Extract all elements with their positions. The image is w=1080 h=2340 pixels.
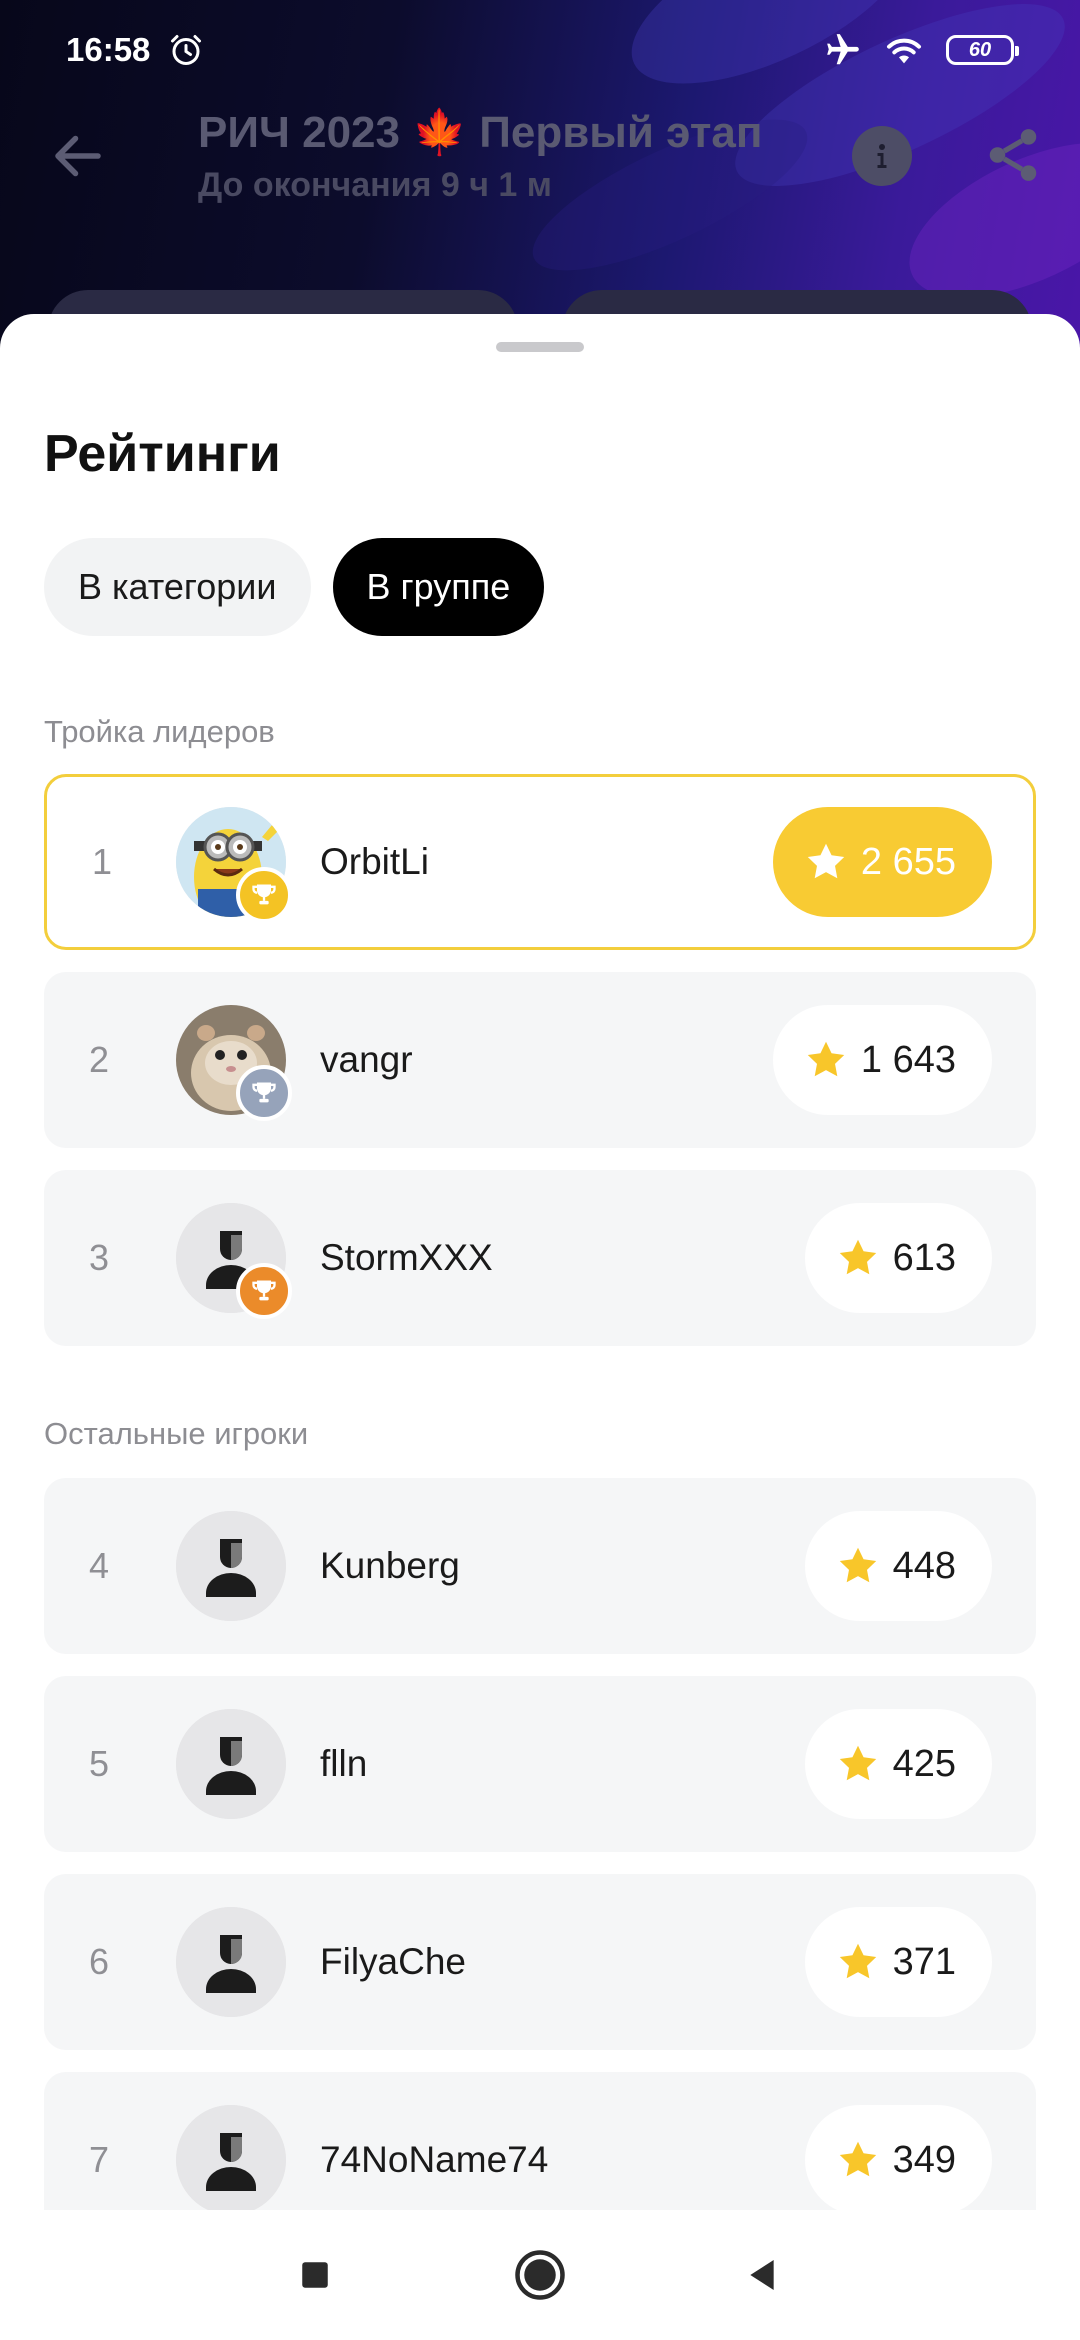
star-icon [839, 1745, 876, 1781]
tab-group[interactable]: В группе [332, 538, 545, 636]
star-icon [839, 1239, 876, 1275]
bronze-medal-badge [236, 1263, 292, 1319]
default-user-icon [176, 1709, 286, 1819]
player-row[interactable]: 4 Kunberg 448 [44, 1478, 1036, 1654]
home-circle-icon[interactable] [512, 2247, 568, 2303]
score-value: 349 [892, 2138, 956, 2181]
wifi-icon [887, 38, 921, 64]
rating-tabs: В категории В группе [44, 538, 545, 636]
player-name: vangr [320, 1039, 413, 1080]
player-row[interactable]: 5 flln 425 [44, 1676, 1036, 1852]
score-pill: 371 [804, 1907, 992, 2017]
status-time: 16:58 [66, 31, 151, 68]
rank-number: 1 [91, 841, 113, 882]
tab-category[interactable]: В категории [44, 538, 311, 636]
player-row[interactable]: 6 FilyaChe 371 [44, 1874, 1036, 2050]
player-name: 74NoName74 [320, 2139, 549, 2180]
score-value: 425 [892, 1742, 956, 1785]
gold-medal-badge [236, 867, 292, 923]
leaders-section-label: Тройка лидеров [44, 714, 275, 749]
info-icon[interactable] [852, 126, 912, 186]
default-user-icon [176, 1511, 286, 1621]
rank-number: 4 [88, 1545, 110, 1586]
default-avatar[interactable] [176, 1511, 286, 1621]
airplane-icon [827, 34, 859, 65]
score-pill: 349 [804, 2105, 992, 2210]
screen: 16:58 60 РИЧ 2023 🍁 Первый этап До оконч… [0, 0, 1080, 2340]
player-name: FilyaChe [320, 1941, 466, 1982]
back-arrow-icon[interactable] [48, 126, 108, 186]
rank-number: 2 [88, 1039, 110, 1080]
leader-row[interactable]: 3 StormXXX 613 [44, 1170, 1036, 1346]
rank-number: 6 [88, 1941, 110, 1982]
top-app-bar: РИЧ 2023 🍁 Первый этап До окончания 9 ч … [0, 100, 1080, 220]
sheet-title: Рейтинги [44, 425, 281, 483]
trophy-icon [252, 1280, 276, 1301]
player-name: Kunberg [320, 1545, 460, 1586]
score-value: 371 [892, 1940, 956, 1983]
star-icon [839, 1547, 876, 1583]
score-value: 1 643 [860, 1038, 956, 1081]
others-section-label: Остальные игроки [44, 1416, 309, 1451]
score-pill: 2 655 [772, 807, 992, 917]
trophy-icon [252, 1082, 276, 1103]
leader-row[interactable]: 1 OrbitLi 2 655 [44, 774, 1036, 950]
star-icon [839, 2141, 876, 2177]
player-name: flln [320, 1743, 368, 1784]
player-row[interactable]: 7 74NoName74 349 [44, 2072, 1036, 2210]
tournament-title-block: РИЧ 2023 🍁 Первый этап До окончания 9 ч … [198, 106, 762, 205]
sheet-drag-handle[interactable] [496, 342, 584, 352]
star-icon [807, 843, 845, 879]
battery-icon: 60 [946, 35, 1019, 65]
star-icon [807, 1041, 845, 1077]
alarm-icon [171, 35, 202, 65]
score-value: 2 655 [860, 840, 956, 883]
recents-square-icon[interactable] [287, 2247, 343, 2303]
system-navigation-bar [0, 2210, 1080, 2340]
default-avatar[interactable] [176, 1203, 292, 1319]
battery-level: 60 [968, 38, 992, 61]
default-avatar[interactable] [176, 1709, 286, 1819]
score-pill: 448 [804, 1511, 992, 1621]
default-avatar[interactable] [176, 1907, 286, 2017]
rank-number: 3 [88, 1237, 110, 1278]
back-triangle-icon[interactable] [734, 2247, 790, 2303]
status-bar: 16:58 60 [0, 0, 1080, 100]
default-avatar[interactable] [176, 2105, 286, 2210]
player-name: OrbitLi [320, 841, 429, 882]
trophy-icon [252, 884, 276, 905]
star-icon [839, 1943, 876, 1979]
tournament-header-background: 16:58 60 РИЧ 2023 🍁 Первый этап До оконч… [0, 0, 1080, 360]
rank-number: 7 [88, 2139, 110, 2180]
leader-row[interactable]: 2 vangr 1 643 [44, 972, 1036, 1148]
default-user-icon [176, 1907, 286, 2017]
score-value: 613 [892, 1236, 956, 1279]
silver-medal-badge [236, 1065, 292, 1121]
rank-number: 5 [88, 1743, 110, 1784]
tournament-countdown: До окончания 9 ч 1 м [198, 166, 552, 204]
tournament-title: РИЧ 2023 🍁 Первый этап [198, 108, 763, 157]
default-user-icon [176, 2105, 286, 2210]
ratings-bottom-sheet: Рейтинги В категории В группе Тройка лид… [0, 314, 1080, 2210]
minion-avatar[interactable] [176, 807, 292, 923]
hamster-avatar[interactable] [176, 1005, 292, 1121]
player-name: StormXXX [320, 1237, 493, 1278]
score-value: 448 [892, 1544, 956, 1587]
score-pill: 613 [804, 1203, 992, 1313]
share-icon[interactable] [982, 124, 1044, 186]
score-pill: 1 643 [772, 1005, 992, 1115]
score-pill: 425 [804, 1709, 992, 1819]
